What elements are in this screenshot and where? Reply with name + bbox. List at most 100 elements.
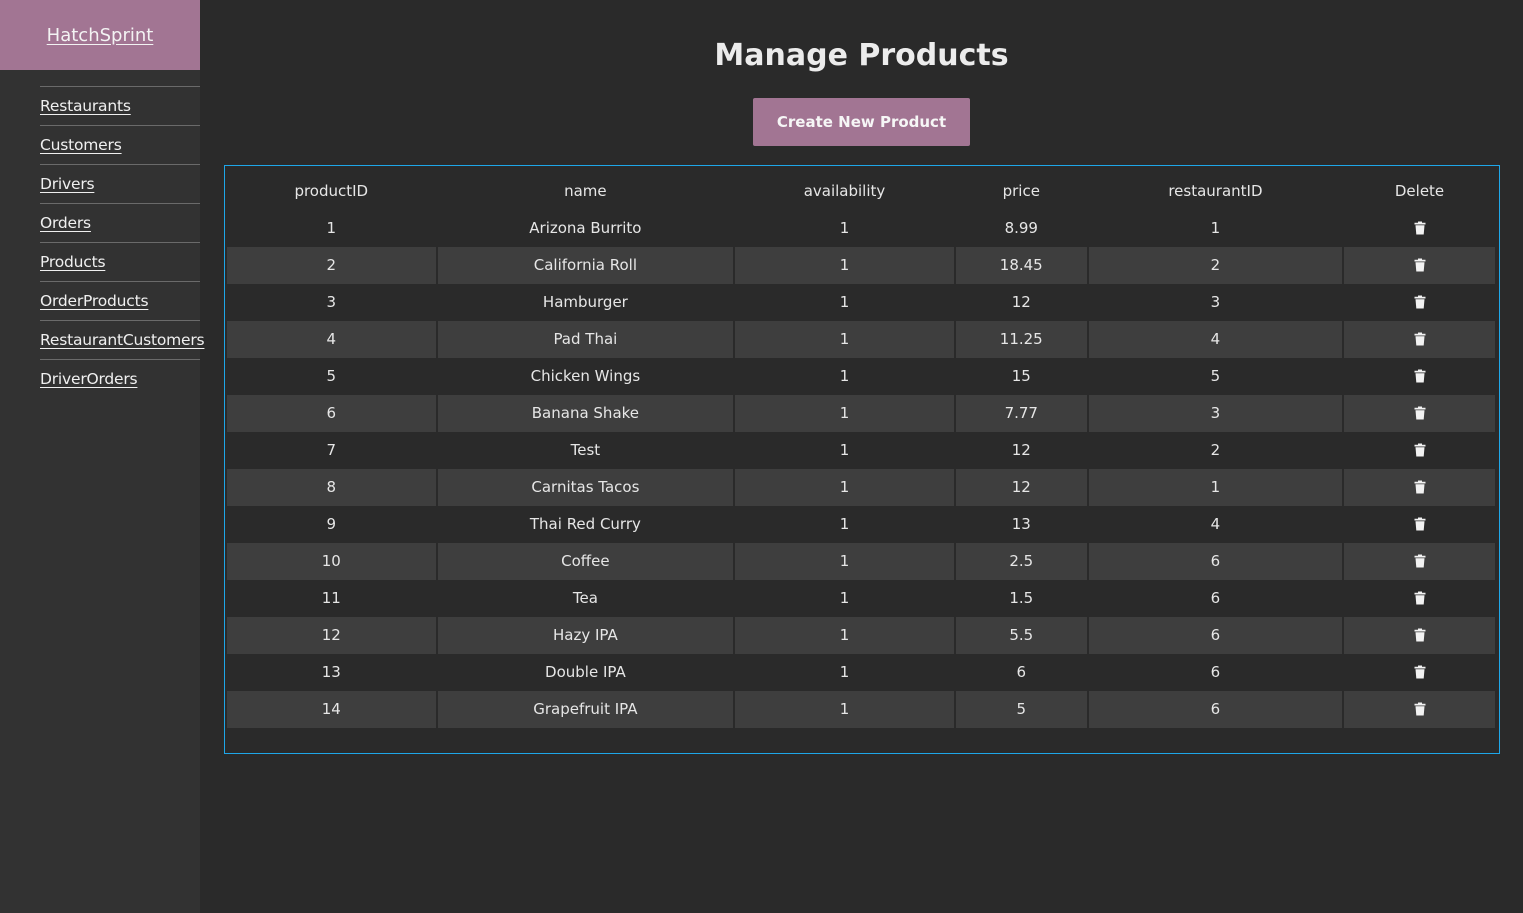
cell-name: Pad Thai <box>437 321 734 358</box>
cell-availability: 1 <box>839 662 850 681</box>
table-body: 1 Arizona Burrito 1 8.99 1 2 California Roll 1 1… <box>227 210 1495 728</box>
cell-productid: 5 <box>326 366 337 385</box>
trash-icon[interactable] <box>1414 406 1426 420</box>
cell-availability: 1 <box>735 617 954 654</box>
trash-icon[interactable] <box>1414 258 1426 272</box>
cell-productid: 13 <box>321 662 341 681</box>
cell-delete <box>1344 617 1495 654</box>
cell-delete <box>1344 321 1495 358</box>
cell-price: 18.45 <box>955 247 1087 284</box>
cell-price: 6 <box>1016 662 1027 681</box>
cell-productid: 12 <box>227 617 436 654</box>
table-row: 7 Test 1 12 2 <box>227 432 1495 469</box>
cell-price: 11.25 <box>955 321 1087 358</box>
cell-price: 7.77 <box>955 395 1087 432</box>
trash-icon[interactable] <box>1414 517 1426 531</box>
products-table: productID name availability price restau… <box>225 172 1497 728</box>
sidebar-item-orderproducts: OrderProducts <box>40 281 200 320</box>
sidebar-link-orders[interactable]: Orders <box>40 214 91 232</box>
table-row: 9 Thai Red Curry 1 13 4 <box>227 506 1495 543</box>
column-header-availability: availability <box>803 182 886 200</box>
cell-name: Grapefruit IPA <box>437 691 734 728</box>
cell-availability: 1 <box>839 514 850 533</box>
trash-icon[interactable] <box>1414 295 1426 309</box>
cell-delete <box>1344 247 1495 284</box>
cell-delete <box>1344 580 1495 617</box>
create-new-product-button[interactable]: Create New Product <box>753 98 970 146</box>
table-row: 12 Hazy IPA 1 5.5 6 <box>227 617 1495 654</box>
cell-availability: 1 <box>839 366 850 385</box>
cell-delete <box>1344 691 1495 728</box>
brand-link[interactable]: HatchSprint <box>47 25 154 46</box>
cell-delete <box>1344 432 1495 469</box>
trash-icon[interactable] <box>1414 332 1426 346</box>
column-header-productid: productID <box>294 182 369 200</box>
sidebar-link-driverorders[interactable]: DriverOrders <box>40 370 138 388</box>
table-row: 1 Arizona Burrito 1 8.99 1 <box>227 210 1495 247</box>
trash-icon[interactable] <box>1414 369 1426 383</box>
cell-restaurantid: 2 <box>1210 440 1221 459</box>
table-row: 13 Double IPA 1 6 6 <box>227 654 1495 691</box>
cell-price: 13 <box>1011 514 1031 533</box>
trash-icon[interactable] <box>1414 480 1426 494</box>
sidebar-link-orderproducts[interactable]: OrderProducts <box>40 292 149 310</box>
cell-restaurantid: 6 <box>1088 617 1343 654</box>
sidebar-link-customers[interactable]: Customers <box>40 136 122 154</box>
cell-productid: 3 <box>326 292 337 311</box>
cell-availability: 1 <box>735 691 954 728</box>
cell-name: Chicken Wings <box>530 366 641 385</box>
sidebar-link-drivers[interactable]: Drivers <box>40 175 95 193</box>
cell-delete <box>1344 210 1495 247</box>
table-row: 3 Hamburger 1 12 3 <box>227 284 1495 321</box>
sidebar-link-restaurants[interactable]: Restaurants <box>40 97 131 115</box>
trash-icon[interactable] <box>1414 702 1426 716</box>
table-row: 4 Pad Thai 1 11.25 4 <box>227 321 1495 358</box>
cell-price: 1.5 <box>1009 588 1034 607</box>
cell-price: 12 <box>955 469 1087 506</box>
table-row: 5 Chicken Wings 1 15 5 <box>227 358 1495 395</box>
trash-icon[interactable] <box>1414 665 1426 679</box>
cell-restaurantid: 6 <box>1088 543 1343 580</box>
cell-restaurantid: 6 <box>1210 588 1221 607</box>
cell-name: Coffee <box>437 543 734 580</box>
cell-availability: 1 <box>839 588 850 607</box>
column-header-restaurantid: restaurantID <box>1168 182 1263 200</box>
cell-restaurantid: 4 <box>1210 514 1221 533</box>
cell-name: Double IPA <box>545 662 626 681</box>
trash-icon[interactable] <box>1414 591 1426 605</box>
table-row: 10 Coffee 1 2.5 6 <box>227 543 1495 580</box>
cell-availability: 1 <box>735 469 954 506</box>
cell-price: 12 <box>1011 440 1031 459</box>
trash-icon[interactable] <box>1414 628 1426 642</box>
table-header-row: productID name availability price restau… <box>227 172 1495 210</box>
trash-icon[interactable] <box>1414 221 1426 235</box>
cell-delete <box>1344 543 1495 580</box>
cell-productid: 10 <box>227 543 436 580</box>
sidebar-link-products[interactable]: Products <box>40 253 106 271</box>
cell-restaurantid: 1 <box>1210 218 1221 237</box>
cell-restaurantid: 6 <box>1088 691 1343 728</box>
cell-name: California Roll <box>437 247 734 284</box>
cell-price: 5.5 <box>955 617 1087 654</box>
brand-header: HatchSprint <box>0 0 200 70</box>
cell-price: 8.99 <box>1004 218 1038 237</box>
column-header-price: price <box>1002 182 1040 200</box>
cell-price: 15 <box>1011 366 1031 385</box>
sidebar: HatchSprint Restaurants Customers Driver… <box>0 0 205 913</box>
table-row: 8 Carnitas Tacos 1 12 1 <box>227 469 1495 506</box>
sidebar-item-customers: Customers <box>40 125 200 164</box>
cell-price: 2.5 <box>955 543 1087 580</box>
trash-icon[interactable] <box>1414 443 1426 457</box>
cell-availability: 1 <box>839 218 850 237</box>
trash-icon[interactable] <box>1414 554 1426 568</box>
column-header-delete: Delete <box>1394 182 1445 200</box>
cell-productid: 1 <box>326 218 337 237</box>
cell-price: 5 <box>955 691 1087 728</box>
sidebar-link-restaurantcustomers[interactable]: RestaurantCustomers <box>40 331 205 349</box>
cell-delete <box>1344 469 1495 506</box>
sidebar-item-restaurants: Restaurants <box>40 86 200 125</box>
cell-delete <box>1344 358 1495 395</box>
sidebar-nav: Restaurants Customers Drivers Orders Pro… <box>0 86 205 398</box>
cell-name: Test <box>570 440 601 459</box>
cell-productid: 2 <box>227 247 436 284</box>
